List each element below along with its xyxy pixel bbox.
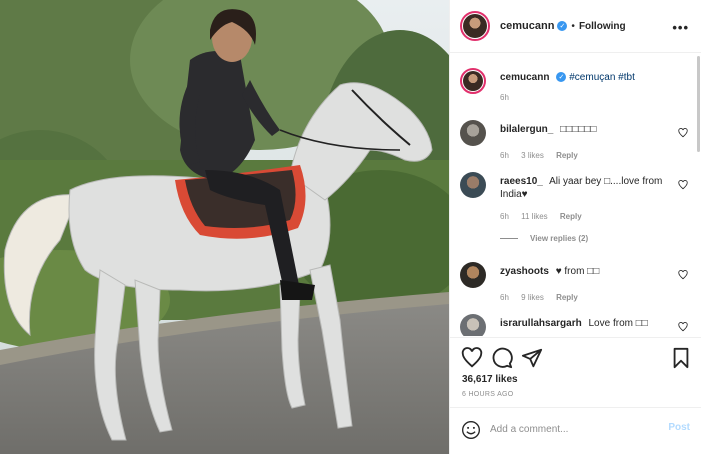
comment-input[interactable]	[490, 420, 650, 438]
following-button[interactable]: Following	[579, 21, 626, 32]
comment-likes[interactable]: 3 likes	[521, 151, 544, 160]
author-username[interactable]: cemucann	[500, 20, 554, 32]
caption-hashtags[interactable]: #cemuçan #tbt	[569, 72, 635, 83]
comment-item: raees10_ Ali yaar bey □....love from Ind…	[460, 172, 688, 230]
heart-icon[interactable]	[678, 322, 688, 332]
heart-icon[interactable]	[678, 270, 688, 280]
verified-icon: ✓	[557, 21, 568, 31]
comment-username[interactable]: bilalergun_	[500, 124, 553, 135]
replies-line	[500, 238, 518, 239]
caption-time: 6h	[500, 93, 509, 102]
verified-icon: ✓	[556, 72, 567, 83]
separator-dot: •	[571, 20, 575, 32]
comment-item: zyashoots ♥ from □□ 6h 9 likes Reply	[460, 262, 688, 302]
comment-username[interactable]: raees10_	[500, 176, 543, 187]
comments-list[interactable]: cemucann ✓ #cemuçan #tbt 6h bilalergun_ □…	[450, 54, 701, 336]
comment-likes[interactable]: 9 likes	[521, 293, 544, 302]
comment-text: Love from □□	[588, 318, 648, 329]
post-timestamp[interactable]: 6 HOURS AGO	[462, 391, 514, 398]
comment-time: 6h	[500, 212, 509, 221]
view-replies-button[interactable]: View replies (2)	[500, 234, 588, 243]
post-header: cemucann ✓ • Following •••	[450, 0, 701, 53]
emoji-icon[interactable]	[461, 420, 481, 440]
comments-scrollbar[interactable]	[697, 56, 700, 152]
reply-button[interactable]: Reply	[556, 293, 578, 302]
caption: cemucann ✓ #cemuçan #tbt 6h	[460, 66, 688, 106]
commenter-avatar[interactable]	[460, 172, 486, 198]
comment-text: □□□□□□	[560, 124, 597, 135]
comment-composer: Post	[450, 407, 701, 454]
commenter-avatar[interactable]	[460, 120, 486, 146]
post-side-panel: cemucann ✓ • Following ••• cemucann ✓ #ce…	[449, 0, 701, 454]
comment-time: 6h	[500, 151, 509, 160]
comment-username[interactable]: israrullahsargarh	[500, 318, 582, 329]
commenter-avatar[interactable]	[460, 262, 486, 288]
share-icon[interactable]	[521, 347, 543, 369]
comment-item: israrullahsargarh Love from □□	[460, 314, 688, 336]
instagram-post: cemucann ✓ • Following ••• cemucann ✓ #ce…	[0, 0, 701, 454]
comment-username[interactable]: zyashoots	[500, 266, 549, 277]
comment-icon[interactable]	[491, 347, 513, 369]
post-comment-button[interactable]: Post	[668, 422, 690, 433]
comment-item: bilalergun_ □□□□□□ 6h 3 likes Reply	[460, 120, 688, 160]
heart-icon[interactable]	[461, 347, 483, 369]
caption-avatar[interactable]	[460, 68, 486, 94]
likes-count[interactable]: 36,617 likes	[462, 374, 518, 385]
more-icon[interactable]: •••	[672, 20, 689, 35]
view-replies-label: View replies (2)	[530, 234, 589, 243]
heart-icon[interactable]	[678, 180, 688, 190]
commenter-avatar[interactable]	[460, 314, 486, 336]
comment-time: 6h	[500, 293, 509, 302]
heart-icon[interactable]	[678, 128, 688, 138]
reply-button[interactable]: Reply	[560, 212, 582, 221]
reply-button[interactable]: Reply	[556, 151, 578, 160]
comment-text: ♥ from □□	[555, 266, 600, 277]
horse-rider-image	[0, 0, 449, 454]
comment-likes[interactable]: 11 likes	[521, 212, 548, 221]
post-actions: 36,617 likes 6 HOURS AGO	[450, 337, 701, 407]
author-avatar[interactable]	[460, 11, 490, 41]
post-photo[interactable]	[0, 0, 449, 454]
caption-username[interactable]: cemucann	[500, 72, 549, 83]
bookmark-icon[interactable]	[670, 347, 692, 369]
